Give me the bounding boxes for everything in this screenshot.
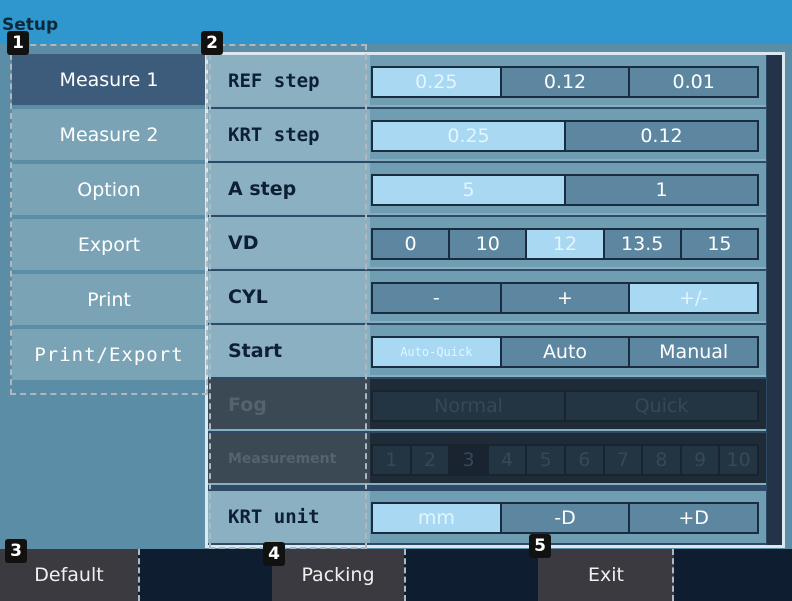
cyl-label: CYL xyxy=(208,271,370,321)
nav-print[interactable]: Print xyxy=(12,274,206,327)
cyl-opt-minus[interactable]: - xyxy=(373,284,502,312)
fog-selector: Normal Quick xyxy=(371,390,759,422)
ref-step-opt-0.12[interactable]: 0.12 xyxy=(502,68,631,96)
vd-selector: 0 10 12 13.5 15 xyxy=(371,228,759,260)
nav-measure-2[interactable]: Measure 2 xyxy=(12,109,206,162)
bottom-bar: Default Packing Exit xyxy=(0,549,792,601)
start-opt-auto-quick[interactable]: Auto-Quick xyxy=(373,338,502,366)
left-nav: Measure 1 Measure 2 Option Export Print … xyxy=(12,54,206,384)
krt-unit-selector: mm -D +D xyxy=(371,502,759,534)
measurement-label: Measurement xyxy=(208,433,370,483)
vd-opt-10[interactable]: 10 xyxy=(450,230,528,258)
nav-export[interactable]: Export xyxy=(12,219,206,272)
row-cyl: CYL - + +/- xyxy=(208,271,766,323)
a-step-opt-1[interactable]: 1 xyxy=(566,176,757,204)
ref-step-opt-0.01[interactable]: 0.01 xyxy=(630,68,757,96)
row-start: Start Auto-Quick Auto Manual xyxy=(208,325,766,377)
meas-opt-4: 4 xyxy=(489,446,528,474)
row-krt-step: KRT step 0.25 0.12 xyxy=(208,109,766,161)
callout-badge-2: 2 xyxy=(201,31,223,55)
nav-measure-1[interactable]: Measure 1 xyxy=(12,54,206,107)
row-a-step: A step 5 1 xyxy=(208,163,766,215)
ref-step-label: REF step xyxy=(208,55,370,105)
callout-badge-3: 3 xyxy=(5,539,27,563)
vd-opt-12[interactable]: 12 xyxy=(527,230,605,258)
exit-button[interactable]: Exit xyxy=(538,549,674,601)
ref-step-opt-0.25[interactable]: 0.25 xyxy=(373,68,502,96)
meas-opt-3: 3 xyxy=(450,446,489,474)
vd-opt-13.5[interactable]: 13.5 xyxy=(605,230,682,258)
measurement-selector: 1 2 3 4 5 6 7 8 9 10 xyxy=(371,444,759,476)
vd-opt-15[interactable]: 15 xyxy=(682,230,757,258)
ref-step-selector: 0.25 0.12 0.01 xyxy=(371,66,759,98)
krt-step-label: KRT step xyxy=(208,109,370,159)
krt-step-selector: 0.25 0.12 xyxy=(371,120,759,152)
a-step-label: A step xyxy=(208,163,370,213)
krt-step-opt-0.12[interactable]: 0.12 xyxy=(566,122,757,150)
start-label: Start xyxy=(208,325,370,375)
meas-opt-8: 8 xyxy=(643,446,682,474)
meas-opt-9: 9 xyxy=(682,446,721,474)
row-vd: VD 0 10 12 13.5 15 xyxy=(208,217,766,269)
start-opt-manual[interactable]: Manual xyxy=(630,338,757,366)
meas-opt-6: 6 xyxy=(566,446,605,474)
meas-opt-5: 5 xyxy=(527,446,566,474)
row-krt-unit: KRT unit mm -D +D xyxy=(208,491,766,543)
meas-opt-1: 1 xyxy=(373,446,412,474)
cyl-selector: - + +/- xyxy=(371,282,759,314)
start-opt-auto[interactable]: Auto xyxy=(502,338,631,366)
start-selector: Auto-Quick Auto Manual xyxy=(371,336,759,368)
fog-opt-quick: Quick xyxy=(634,395,689,417)
row-fog: Fog Normal Quick xyxy=(208,379,766,431)
row-measurement: Measurement 1 2 3 4 5 6 7 8 9 10 xyxy=(208,433,766,485)
krt-step-opt-0.25[interactable]: 0.25 xyxy=(373,122,566,150)
fog-opt-normal: Normal xyxy=(373,392,566,420)
meas-opt-10: 10 xyxy=(726,449,751,471)
nav-option[interactable]: Option xyxy=(12,164,206,217)
settings-panel: REF step 0.25 0.12 0.01 KRT step 0.25 0.… xyxy=(205,52,785,548)
row-ref-step: REF step 0.25 0.12 0.01 xyxy=(208,55,766,107)
cyl-opt-plus[interactable]: + xyxy=(502,284,631,312)
a-step-opt-5[interactable]: 5 xyxy=(373,176,566,204)
packing-button[interactable]: Packing xyxy=(272,549,404,601)
callout-badge-5: 5 xyxy=(529,534,551,558)
callout-badge-1: 1 xyxy=(7,31,29,55)
krt-unit-opt-minus-d[interactable]: -D xyxy=(502,504,631,532)
fog-label: Fog xyxy=(208,379,370,429)
krt-unit-label: KRT unit xyxy=(208,491,370,543)
a-step-selector: 5 1 xyxy=(371,174,759,206)
vd-label: VD xyxy=(208,217,370,267)
meas-opt-2: 2 xyxy=(412,446,451,474)
vd-opt-0[interactable]: 0 xyxy=(373,230,451,258)
cyl-opt-plus-minus[interactable]: +/- xyxy=(630,284,758,312)
title-bar: Setup xyxy=(0,0,792,44)
krt-unit-opt-plus-d[interactable]: +D xyxy=(630,504,757,532)
scroll-strip xyxy=(767,55,782,545)
meas-opt-7: 7 xyxy=(605,446,644,474)
nav-print-export[interactable]: Print/Export xyxy=(12,329,206,382)
callout-badge-4: 4 xyxy=(263,542,285,566)
krt-unit-opt-mm[interactable]: mm xyxy=(373,504,502,532)
